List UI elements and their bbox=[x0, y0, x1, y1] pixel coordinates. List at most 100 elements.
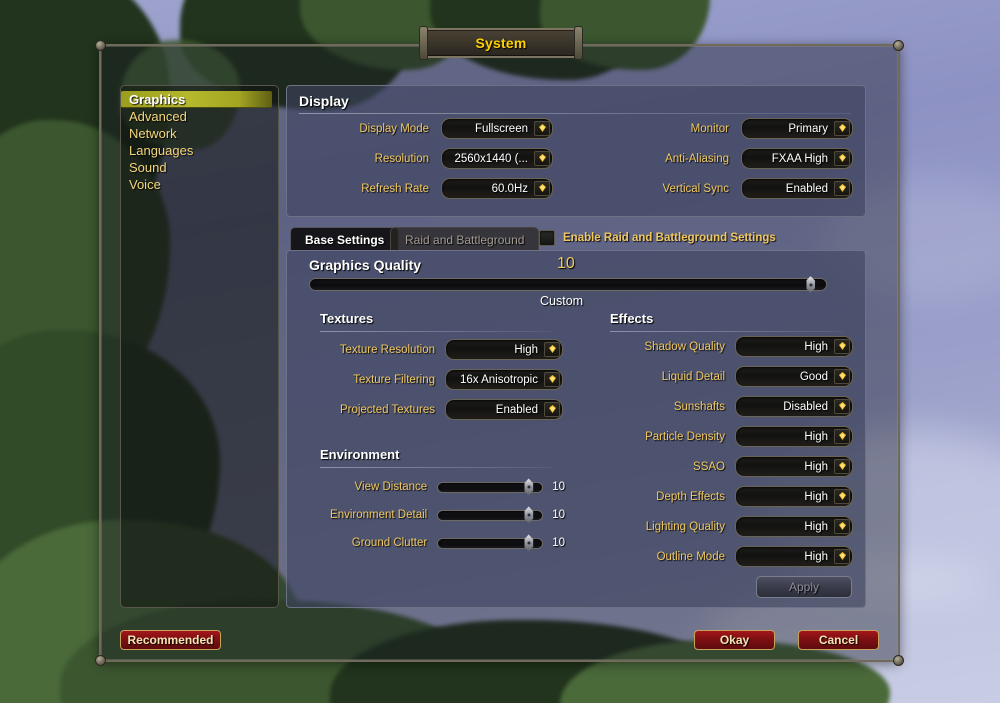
liquid-detail-dropdown[interactable]: Good bbox=[735, 366, 853, 387]
refresh-rate-dropdown[interactable]: 60.0Hz bbox=[441, 178, 553, 199]
field-ground-clutter: Ground Clutter 10 bbox=[315, 534, 565, 552]
projected-textures-dropdown[interactable]: Enabled bbox=[445, 399, 563, 420]
chevron-down-icon[interactable] bbox=[534, 181, 550, 196]
field-depth-effects: Depth Effects High bbox=[597, 486, 859, 507]
sidebar-item-voice[interactable]: Voice bbox=[121, 176, 278, 193]
lighting-quality-dropdown[interactable]: High bbox=[735, 516, 853, 537]
window-title-plate: System bbox=[419, 26, 583, 60]
field-label: Projected Textures bbox=[339, 403, 435, 416]
depth-effects-dropdown[interactable]: High bbox=[735, 486, 853, 507]
field-label: Particle Density bbox=[645, 430, 725, 443]
chevron-down-icon[interactable] bbox=[544, 342, 560, 357]
sidebar-item-network[interactable]: Network bbox=[121, 125, 278, 142]
vertical-sync-dropdown[interactable]: Enabled bbox=[741, 178, 853, 199]
graphics-quality-slider[interactable] bbox=[309, 276, 827, 293]
chevron-down-icon[interactable] bbox=[534, 151, 550, 166]
okay-button[interactable]: Okay bbox=[694, 630, 775, 650]
field-anti-aliasing: Anti-Aliasing FXAA High bbox=[587, 148, 855, 169]
chevron-down-icon[interactable] bbox=[834, 151, 850, 166]
slider-thumb[interactable] bbox=[524, 478, 534, 496]
recommended-button[interactable]: Recommended bbox=[120, 630, 221, 650]
slider-thumb[interactable] bbox=[806, 276, 816, 293]
chevron-down-icon[interactable] bbox=[834, 399, 850, 414]
ssao-dropdown[interactable]: High bbox=[735, 456, 853, 477]
field-label: Depth Effects bbox=[656, 490, 725, 503]
tab-raid-and-battleground[interactable]: Raid and Battleground bbox=[390, 227, 540, 251]
enable-raid-settings-label: Enable Raid and Battleground Settings bbox=[563, 232, 776, 244]
display-mode-dropdown[interactable]: Fullscreen bbox=[441, 118, 553, 139]
chevron-down-icon[interactable] bbox=[544, 372, 560, 387]
chevron-down-icon[interactable] bbox=[834, 489, 850, 504]
environment-section-header: Environment bbox=[320, 447, 400, 462]
cancel-button[interactable]: Cancel bbox=[798, 630, 879, 650]
chevron-down-icon[interactable] bbox=[834, 549, 850, 564]
chevron-down-icon[interactable] bbox=[834, 369, 850, 384]
field-label: Ground Clutter bbox=[351, 537, 428, 549]
frame-rivet-icon bbox=[893, 655, 904, 666]
slider-thumb[interactable] bbox=[524, 534, 534, 552]
sidebar-item-languages[interactable]: Languages bbox=[121, 142, 278, 159]
chevron-down-icon[interactable] bbox=[534, 121, 550, 136]
field-label: Display Mode bbox=[359, 122, 429, 135]
textures-section-header: Textures bbox=[320, 311, 374, 326]
field-sunshafts: Sunshafts Disabled bbox=[597, 396, 859, 417]
field-lighting-quality: Lighting Quality High bbox=[597, 516, 859, 537]
shadow-quality-dropdown[interactable]: High bbox=[735, 336, 853, 357]
texture-resolution-dropdown[interactable]: High bbox=[445, 339, 563, 360]
sidebar-item-advanced[interactable]: Advanced bbox=[121, 108, 278, 125]
field-label: Resolution bbox=[374, 152, 429, 165]
slider-thumb[interactable] bbox=[524, 506, 534, 524]
field-display-mode: Display Mode Fullscreen bbox=[299, 118, 555, 139]
dropdown-value: Good bbox=[799, 370, 828, 383]
title-cap-right-icon bbox=[574, 26, 583, 60]
field-texture-filtering: Texture Filtering 16x Anisotropic bbox=[315, 369, 563, 390]
sunshafts-dropdown[interactable]: Disabled bbox=[735, 396, 853, 417]
chevron-down-icon[interactable] bbox=[834, 429, 850, 444]
chevron-down-icon[interactable] bbox=[544, 402, 560, 417]
field-label: Texture Filtering bbox=[353, 373, 435, 386]
frame-rivet-icon bbox=[95, 655, 106, 666]
view-distance-slider[interactable] bbox=[437, 478, 544, 496]
field-label: Monitor bbox=[690, 122, 729, 135]
category-sidebar: Graphics Advanced Network Languages Soun… bbox=[120, 85, 279, 608]
field-label: SSAO bbox=[693, 460, 725, 473]
graphics-quality-value: 10 bbox=[557, 255, 575, 272]
field-texture-resolution: Texture Resolution High bbox=[315, 339, 563, 360]
sidebar-item-sound[interactable]: Sound bbox=[121, 159, 278, 176]
display-section-header: Display bbox=[299, 93, 349, 109]
outline-mode-dropdown[interactable]: High bbox=[735, 546, 853, 567]
anti-aliasing-dropdown[interactable]: FXAA High bbox=[741, 148, 853, 169]
field-label: Vertical Sync bbox=[662, 182, 729, 195]
monitor-dropdown[interactable]: Primary bbox=[741, 118, 853, 139]
field-label: Refresh Rate bbox=[361, 182, 429, 195]
apply-button[interactable]: Apply bbox=[756, 576, 852, 598]
field-shadow-quality: Shadow Quality High bbox=[597, 336, 859, 357]
section-divider bbox=[610, 331, 843, 332]
dropdown-value: Disabled bbox=[783, 400, 828, 413]
particle-density-dropdown[interactable]: High bbox=[735, 426, 853, 447]
field-particle-density: Particle Density High bbox=[597, 426, 859, 447]
field-label: Sunshafts bbox=[673, 400, 725, 413]
ground-clutter-value: 10 bbox=[552, 537, 565, 549]
chevron-down-icon[interactable] bbox=[834, 519, 850, 534]
chevron-down-icon[interactable] bbox=[834, 181, 850, 196]
page-title: System bbox=[475, 35, 527, 51]
frame-rivet-icon bbox=[95, 40, 106, 51]
chevron-down-icon[interactable] bbox=[834, 339, 850, 354]
field-outline-mode: Outline Mode High bbox=[597, 546, 859, 567]
sidebar-item-graphics[interactable]: Graphics bbox=[121, 91, 272, 108]
chevron-down-icon[interactable] bbox=[834, 459, 850, 474]
section-divider bbox=[299, 113, 851, 114]
environment-detail-slider[interactable] bbox=[437, 506, 544, 524]
effects-section-header: Effects bbox=[610, 311, 654, 326]
tab-base-settings[interactable]: Base Settings bbox=[290, 227, 400, 251]
resolution-dropdown[interactable]: 2560x1440 (... bbox=[441, 148, 553, 169]
enable-raid-settings-checkbox[interactable] bbox=[539, 230, 555, 246]
texture-filtering-dropdown[interactable]: 16x Anisotropic bbox=[445, 369, 563, 390]
ground-clutter-slider[interactable] bbox=[437, 534, 544, 552]
field-refresh-rate: Refresh Rate 60.0Hz bbox=[299, 178, 555, 199]
environment-detail-value: 10 bbox=[552, 509, 565, 521]
dropdown-value: High bbox=[514, 343, 538, 356]
chevron-down-icon[interactable] bbox=[834, 121, 850, 136]
dropdown-value: High bbox=[804, 460, 828, 473]
